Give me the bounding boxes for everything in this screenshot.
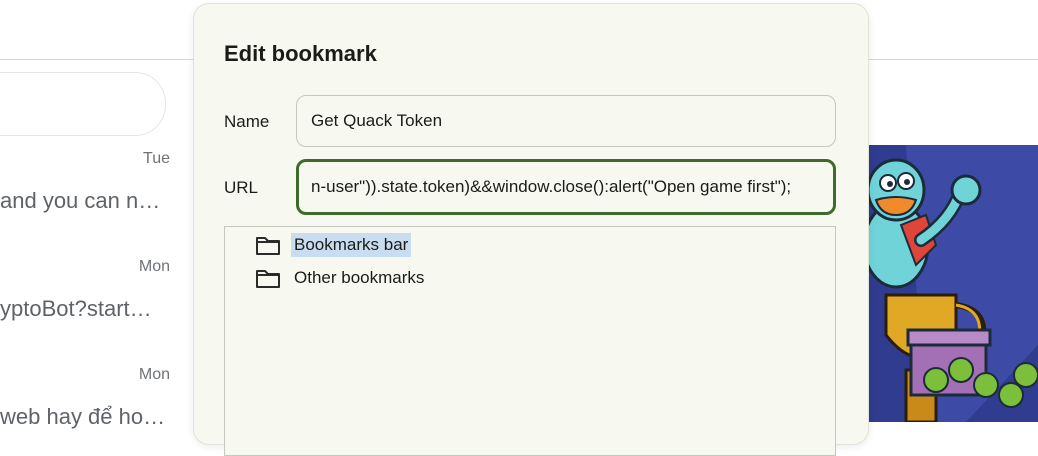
chat-snippet: yptoBot?start… — [0, 296, 152, 321]
chat-time: Mon — [138, 258, 170, 275]
bookmark-name-input[interactable] — [296, 95, 836, 147]
chat-snippet: web hay để ho… — [0, 404, 166, 429]
folder-icon — [256, 237, 280, 255]
chat-snippet: and you can n… — [0, 188, 161, 213]
url-label: URL — [224, 178, 259, 197]
folder-label: Other bookmarks — [294, 268, 425, 287]
edit-bookmark-dialog: Edit bookmark Name URL Bookmarks bar Oth… — [193, 3, 869, 456]
bookmark-url-input[interactable] — [296, 159, 836, 215]
chat-time: Mon — [138, 366, 170, 383]
search-bar[interactable] — [0, 72, 166, 136]
dialog-title: Edit bookmark — [224, 41, 377, 66]
duck-mascot-image — [866, 145, 1038, 422]
chat-time: Tue — [143, 150, 170, 167]
folder-icon — [256, 270, 280, 288]
folder-item-other-bookmarks[interactable]: Other bookmarks — [255, 263, 427, 293]
name-label: Name — [224, 112, 270, 131]
folder-label: Bookmarks bar — [291, 233, 412, 257]
folder-item-bookmarks-bar[interactable]: Bookmarks bar — [255, 230, 412, 260]
